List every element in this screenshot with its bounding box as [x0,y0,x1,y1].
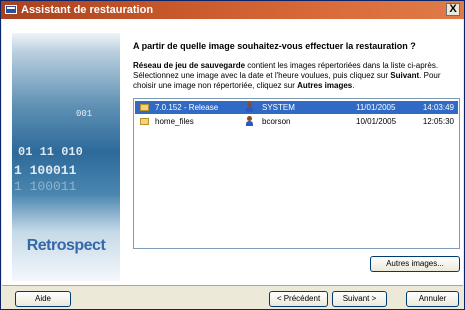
image-row[interactable]: 7.0.152 - Release SYSTEM 11/01/2005 14:0… [135,101,458,114]
image-user: bcorson [262,117,291,126]
cancel-button[interactable]: Annuler [406,291,459,307]
image-name: home_files [155,117,194,126]
desc-text-3: . [352,81,355,90]
page-description: Réseau de jeu de sauvegarde contient les… [133,61,453,91]
image-list[interactable]: 7.0.152 - Release SYSTEM 11/01/2005 14:0… [133,98,460,249]
image-date: 11/01/2005 [356,103,396,112]
footer-divider [2,285,463,286]
next-button[interactable]: Suivant > [332,291,387,307]
image-row[interactable]: home_files bcorson 10/01/2005 12:05:30 [135,115,458,128]
image-user: SYSTEM [262,103,295,112]
desc-other-images-ref: Autres images [297,81,353,90]
retrospect-side-banner: 001 01 11 010 1 100011 1 100011 Retrospe… [12,33,120,281]
user-icon [246,116,253,126]
window-icon [5,5,17,14]
image-name: 7.0.152 - Release [155,103,219,112]
desc-backup-set: Réseau de jeu de sauvegarde [133,61,246,70]
restore-wizard-window: Assistant de restauration X 001 01 11 01… [0,0,465,310]
banner-digits-3: 1 100011 [14,163,77,178]
folder-icon [140,104,149,111]
help-button[interactable]: Aide [15,291,71,307]
wizard-content: 001 01 11 010 1 100011 1 100011 Retrospe… [2,19,463,285]
other-images-button[interactable]: Autres images... [370,256,460,272]
banner-digits-4: 1 100011 [14,179,77,194]
retrospect-logo: Retrospect [26,237,106,254]
banner-digits-2: 01 11 010 [18,145,83,159]
title-bar[interactable]: Assistant de restauration X [1,1,464,19]
image-time: 12:05:30 [422,117,454,126]
previous-button[interactable]: < Précédent [269,291,328,307]
close-button[interactable]: X [446,3,460,16]
page-question: A partir de quelle image souhaitez-vous … [133,41,416,51]
window-title: Assistant de restauration [21,4,154,16]
image-time: 14:03:49 [422,103,454,112]
desc-next-ref: Suivant [390,71,420,80]
image-date: 10/01/2005 [356,117,397,126]
user-icon [246,102,253,112]
banner-digits-1: 001 [76,109,93,119]
folder-icon [140,118,149,125]
